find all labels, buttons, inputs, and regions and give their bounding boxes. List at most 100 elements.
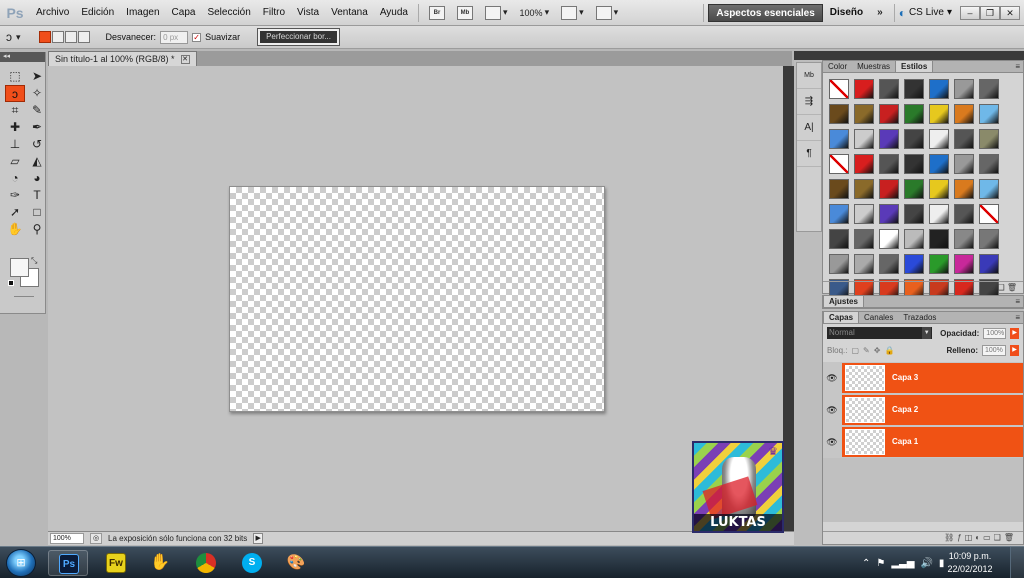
new-layer-icon[interactable]: ❑: [994, 533, 1004, 542]
style-preset-swatch[interactable]: [929, 154, 949, 174]
new-selection-icon[interactable]: [38, 31, 51, 43]
style-preset-swatch[interactable]: [829, 154, 849, 174]
style-preset-swatch[interactable]: [929, 204, 949, 224]
restore-button[interactable]: ❐: [980, 5, 1000, 20]
adjustment-layer-icon[interactable]: ◐: [975, 533, 983, 542]
fill-input[interactable]: 100%: [982, 344, 1006, 356]
style-preset-swatch[interactable]: [929, 104, 949, 124]
style-preset-swatch[interactable]: [954, 79, 974, 99]
style-preset-swatch[interactable]: [954, 154, 974, 174]
taskbar-clock[interactable]: 10:09 p.m. 22/02/2012: [942, 550, 998, 576]
style-preset-swatch[interactable]: [929, 254, 949, 274]
style-preset-swatch[interactable]: [954, 179, 974, 199]
style-preset-swatch[interactable]: [929, 229, 949, 249]
panel-menu-icon[interactable]: ≡: [1015, 296, 1020, 307]
eyedropper-tool-icon[interactable]: ✎: [27, 102, 47, 119]
blur-tool-icon[interactable]: ◔: [5, 170, 25, 187]
workspace-essentials-button[interactable]: Aspectos esenciales: [708, 3, 823, 22]
style-preset-swatch[interactable]: [904, 154, 924, 174]
action-center-icon[interactable]: ⚑: [876, 558, 885, 569]
blend-mode-select[interactable]: Normal ▼: [827, 327, 933, 339]
volume-icon[interactable]: 🔊: [920, 558, 932, 569]
style-preset-swatch[interactable]: [929, 79, 949, 99]
magic-wand-tool-icon[interactable]: ✧: [27, 85, 47, 102]
taskbar-paint[interactable]: 🎨: [276, 550, 316, 576]
style-preset-swatch[interactable]: [904, 204, 924, 224]
style-preset-swatch[interactable]: [979, 154, 999, 174]
style-preset-swatch[interactable]: [979, 229, 999, 249]
eye-icon[interactable]: 👁: [823, 426, 841, 458]
menu-capa[interactable]: Capa: [166, 0, 202, 26]
history-brush-tool-icon[interactable]: ↺: [27, 136, 47, 153]
opacity-input[interactable]: 100%: [983, 327, 1007, 339]
style-preset-swatch[interactable]: [879, 204, 899, 224]
status-info-icon[interactable]: ◎: [90, 533, 102, 544]
style-preset-swatch[interactable]: [829, 179, 849, 199]
eraser-tool-icon[interactable]: ▱: [5, 153, 25, 170]
style-preset-swatch[interactable]: [854, 129, 874, 149]
crop-tool-icon[interactable]: ⌗: [5, 102, 25, 119]
tab-styles[interactable]: Estilos: [895, 60, 934, 72]
foreground-color-swatch[interactable]: [10, 258, 29, 277]
tab-paths[interactable]: Trazados: [898, 312, 941, 323]
tab-color[interactable]: Color: [823, 61, 852, 72]
layer-row-capa-2[interactable]: 👁 Capa 2: [823, 394, 1023, 426]
close-window-button[interactable]: ✕: [1000, 5, 1020, 20]
refine-edge-button[interactable]: Perfeccionar bor...: [257, 28, 340, 46]
style-preset-swatch[interactable]: [979, 129, 999, 149]
type-tool-icon[interactable]: T: [27, 187, 47, 204]
style-preset-swatch[interactable]: [904, 229, 924, 249]
menu-vista[interactable]: Vista: [291, 0, 325, 26]
tools-panel-header[interactable]: ◂◂: [0, 52, 45, 62]
antialias-checkbox[interactable]: ✓: [192, 32, 202, 42]
default-colors-icon[interactable]: [8, 280, 14, 286]
eye-icon[interactable]: 👁: [823, 394, 841, 426]
lock-position-icon[interactable]: ✥: [874, 346, 881, 355]
style-preset-swatch[interactable]: [954, 104, 974, 124]
document-tab[interactable]: Sin título-1 al 100% (RGB/8) * ✕: [48, 51, 197, 66]
eye-icon[interactable]: 👁: [823, 362, 841, 394]
style-preset-swatch[interactable]: [829, 129, 849, 149]
cslive-button[interactable]: ◐ CS Live ▾: [899, 6, 952, 20]
tab-adjustments[interactable]: Ajustes: [823, 295, 864, 307]
menu-ayuda[interactable]: Ayuda: [374, 0, 414, 26]
minimize-button[interactable]: –: [960, 5, 980, 20]
healing-brush-tool-icon[interactable]: ✚: [5, 119, 25, 136]
arrange-documents-button[interactable]: ▾: [557, 4, 588, 22]
lock-pixels-icon[interactable]: ✎: [863, 346, 870, 355]
launch-minibridge-button[interactable]: Mb: [453, 4, 477, 22]
clone-stamp-tool-icon[interactable]: ⊥: [5, 136, 25, 153]
taskbar-photoshop[interactable]: Ps: [48, 550, 88, 576]
style-preset-swatch[interactable]: [904, 179, 924, 199]
chevron-down-icon[interactable]: ▾: [16, 32, 21, 43]
dodge-tool-icon[interactable]: ◕: [27, 170, 47, 187]
vertical-scrollbar[interactable]: [783, 66, 794, 531]
link-layers-icon[interactable]: ⛓: [944, 533, 957, 542]
swap-colors-icon[interactable]: ⤡: [31, 256, 37, 266]
lock-transparency-icon[interactable]: ▢: [851, 346, 859, 355]
layer-body[interactable]: Capa 2: [842, 395, 1023, 425]
style-preset-swatch[interactable]: [954, 204, 974, 224]
lasso-preset-icon[interactable]: ↄ: [6, 30, 12, 44]
layer-body[interactable]: Capa 1: [842, 427, 1023, 457]
style-preset-swatch[interactable]: [854, 204, 874, 224]
style-preset-swatch[interactable]: [904, 129, 924, 149]
minibridge-panel-icon[interactable]: Mb: [797, 63, 821, 89]
group-icon[interactable]: ▭: [983, 533, 994, 542]
feather-input[interactable]: 0 px: [160, 30, 189, 44]
style-preset-swatch[interactable]: [829, 229, 849, 249]
style-preset-swatch[interactable]: [979, 254, 999, 274]
style-preset-swatch[interactable]: [954, 229, 974, 249]
more-workspaces-button[interactable]: »: [870, 4, 890, 22]
move-tool-icon[interactable]: ➤: [27, 68, 47, 85]
style-preset-swatch[interactable]: [879, 179, 899, 199]
style-preset-swatch[interactable]: [879, 254, 899, 274]
network-signal-icon[interactable]: ▂▃▅: [891, 558, 914, 569]
paint-bucket-tool-icon[interactable]: ◭: [27, 153, 47, 170]
trash-icon[interactable]: 🗑: [1007, 283, 1017, 292]
style-preset-swatch[interactable]: [854, 79, 874, 99]
workspace-design-button[interactable]: Diseño: [823, 4, 870, 22]
status-zoom-field[interactable]: 100%: [50, 533, 84, 544]
menu-imagen[interactable]: Imagen: [120, 0, 165, 26]
style-preset-swatch[interactable]: [954, 129, 974, 149]
